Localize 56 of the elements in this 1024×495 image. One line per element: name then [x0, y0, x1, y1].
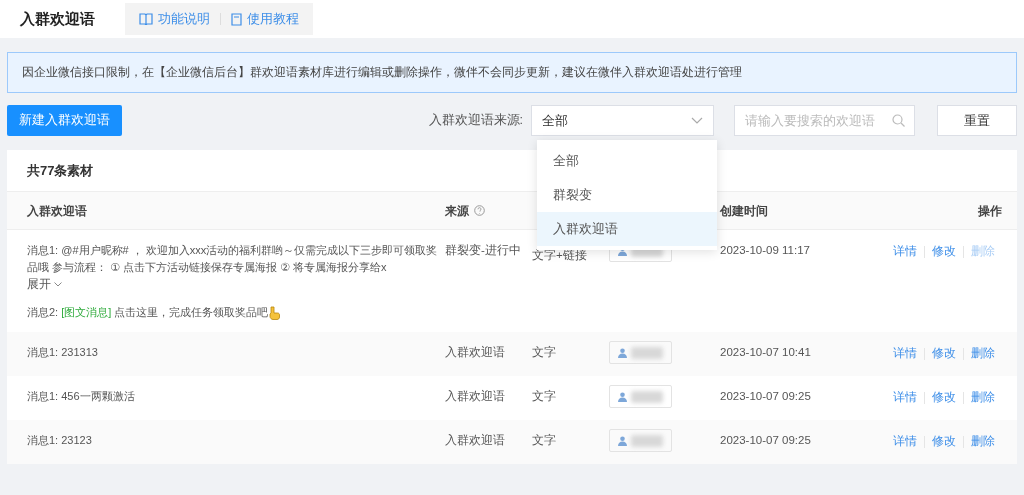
created-time: 2023-10-09 11:17 [720, 244, 810, 257]
help-link[interactable]: 使用教程 [227, 9, 303, 29]
action-link[interactable]: 修改 [925, 432, 963, 450]
notice-banner: 因企业微信接口限制，在【企业微信后台】群欢迎语素材库进行编辑或删除操作，微伴不会同步更新，建议在微伴入群欢迎语处进行管理 [7, 52, 1017, 94]
help-link[interactable]: 功能说明 [135, 9, 214, 29]
message-text: 消息1: 456一两颗激活 [27, 389, 136, 404]
message-type-link[interactable]: [图文消息] [61, 305, 112, 318]
new-button[interactable]: 新建入群欢迎语 [7, 105, 122, 137]
created-time: 2023-10-07 09:25 [720, 434, 811, 446]
action-link[interactable]: 修改 [925, 242, 963, 261]
created-time: 2023-10-07 09:25 [720, 390, 811, 402]
book-icon [139, 13, 153, 25]
source-text: 入群欢迎语 [445, 390, 505, 402]
type-text: 文字 [532, 390, 556, 402]
search-icon [892, 114, 905, 128]
chevron-down-icon [691, 117, 703, 125]
document-icon [231, 12, 242, 26]
chevron-down-icon [54, 281, 62, 287]
dropdown-option[interactable]: 全部 [537, 144, 717, 178]
action-link[interactable]: 修改 [925, 344, 963, 362]
page-title: 入群欢迎语 [20, 8, 95, 29]
expand-link[interactable]: 展开 [27, 275, 62, 294]
action-link[interactable]: 详情 [886, 388, 924, 406]
action-link[interactable]: 删除 [964, 344, 1002, 362]
column-header: 入群欢迎语 [27, 202, 87, 220]
source-text: 入群欢迎语 [445, 346, 505, 358]
column-header: 操作 [978, 202, 1002, 220]
person-icon [618, 391, 627, 402]
dropdown-option[interactable]: 入群欢迎语 [537, 212, 717, 246]
source-select[interactable]: 全部 [531, 105, 714, 137]
action-link[interactable]: 删除 [964, 388, 1002, 406]
message-text: 消息1: 231313 [27, 345, 99, 360]
dropdown-option[interactable]: 群裂变 [537, 178, 717, 212]
message-text: 消息1: 23123 [27, 433, 93, 448]
blurred-name [631, 346, 663, 359]
action-link[interactable]: 修改 [925, 388, 963, 406]
action-link[interactable]: 详情 [886, 432, 924, 450]
message-text: 消息1: @#用户昵称# ， 欢迎加入xxx活动的福利群哟～仅需完成以下三步即可领取奖品哦 参与流程： ① 点击下方活动链接保存专属海报 ② 将专属海报分享给x [27, 243, 439, 275]
message-text: 消息2: [图文消息] 点击这里，完成任务领取奖品吧 [27, 303, 439, 320]
action-link[interactable]: 删除 [964, 432, 1002, 450]
person-icon [618, 347, 627, 358]
created-time: 2023-10-07 10:41 [720, 346, 811, 358]
source-text: 群裂变-进行中 [445, 244, 521, 257]
reset-button[interactable]: 重置 [937, 105, 1017, 137]
blurred-name [631, 390, 663, 403]
filter-label: 入群欢迎语来源: [428, 112, 523, 130]
blurred-name [631, 434, 663, 447]
type-text: 文字 [532, 346, 556, 358]
column-header: 创建时间 [720, 202, 768, 220]
search-field[interactable]: 请输入要搜索的欢迎语 [734, 105, 915, 137]
action-link[interactable]: 详情 [886, 242, 924, 261]
source-text: 入群欢迎语 [445, 434, 505, 446]
column-header: 来源 [445, 202, 469, 220]
type-text: 文字 [532, 434, 556, 446]
action-link[interactable]: 详情 [886, 344, 924, 362]
person-icon [618, 435, 627, 446]
